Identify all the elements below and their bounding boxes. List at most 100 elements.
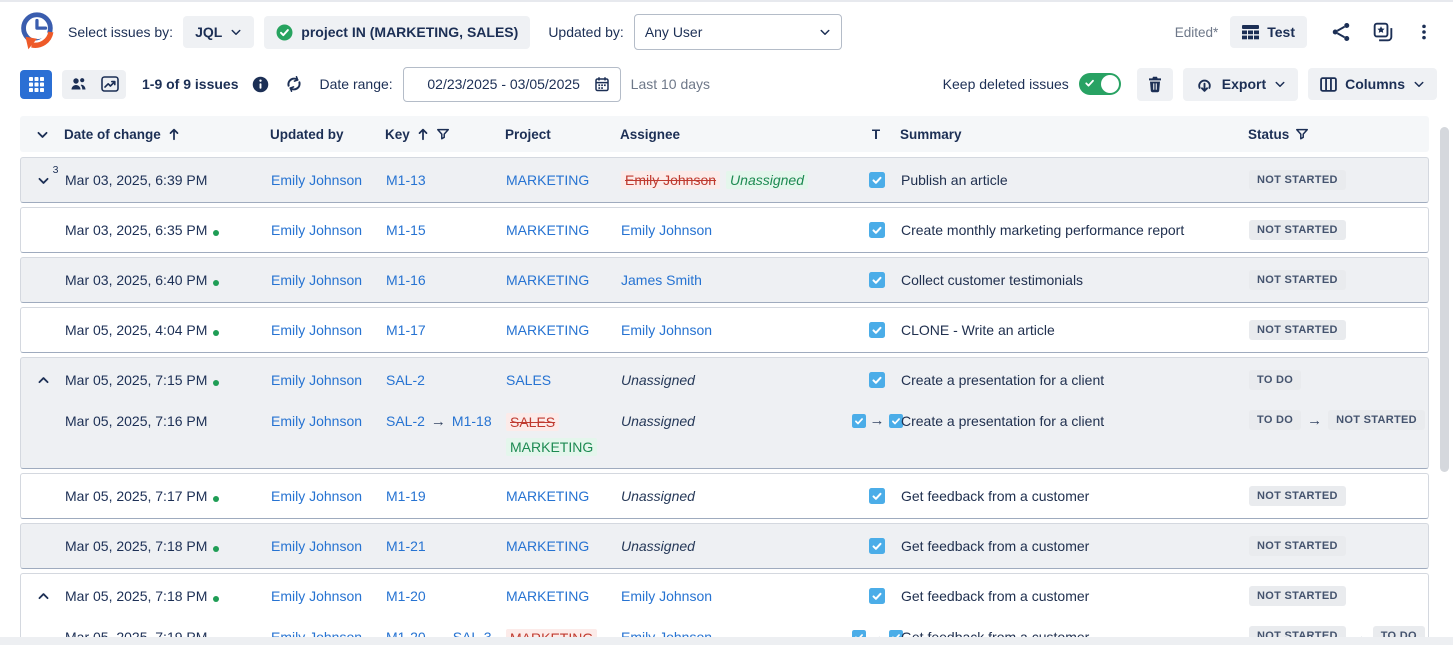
- task-type-icon: [869, 322, 885, 338]
- change-date: Mar 05, 2025, 7:18 PM: [65, 538, 207, 554]
- updated-by-link[interactable]: Emily Johnson: [271, 222, 362, 238]
- table-view-button[interactable]: [20, 70, 52, 99]
- project-link[interactable]: MARKETING: [506, 272, 589, 288]
- change-arrow-icon: →: [870, 413, 885, 428]
- report-table-icon: [1242, 25, 1259, 40]
- assignee-old-value: Emily Johnson: [621, 171, 720, 189]
- activity-view-button[interactable]: [62, 70, 94, 99]
- expand-row-button[interactable]: 3: [33, 170, 54, 191]
- project-link[interactable]: SALES: [506, 372, 551, 388]
- status-badge: TO DO: [1249, 370, 1301, 390]
- share-button[interactable]: [1325, 16, 1357, 48]
- col-project: Project: [505, 127, 551, 142]
- task-type-icon: [869, 222, 885, 238]
- chevron-down-icon: [819, 26, 831, 38]
- users-view-icon: [70, 76, 87, 92]
- issue-key-link[interactable]: M1-20: [386, 588, 426, 604]
- refresh-icon: [285, 75, 303, 93]
- project-link[interactable]: MARKETING: [506, 488, 589, 504]
- jql-mode-button[interactable]: JQL: [183, 16, 254, 48]
- col-updated-by: Updated by: [270, 127, 344, 142]
- project-link[interactable]: MARKETING: [506, 322, 589, 338]
- filter-icon[interactable]: [436, 127, 450, 141]
- saved-reports-button[interactable]: [1367, 16, 1399, 48]
- col-assignee: Assignee: [620, 127, 680, 142]
- toggle-check-icon: [1084, 77, 1096, 89]
- columns-icon: [1320, 77, 1337, 92]
- updated-by-select[interactable]: Any User: [634, 14, 842, 50]
- project-link[interactable]: MARKETING: [506, 222, 589, 238]
- project-link[interactable]: MARKETING: [506, 588, 589, 604]
- assignee-unassigned: Unassigned: [621, 413, 695, 429]
- jql-query-chip[interactable]: project IN (MARKETING, SALES): [264, 16, 530, 49]
- history-table: Date of change Updated by Key Project As…: [0, 106, 1453, 645]
- change-date: Mar 05, 2025, 7:18 PM: [65, 588, 207, 604]
- updated-by-link[interactable]: Emily Johnson: [271, 538, 362, 554]
- keep-deleted-toggle[interactable]: [1079, 73, 1121, 95]
- updated-by-link[interactable]: Emily Johnson: [271, 172, 362, 188]
- delete-report-button[interactable]: [1137, 68, 1173, 101]
- project-link[interactable]: MARKETING: [506, 538, 589, 554]
- report-selector-button[interactable]: Test: [1230, 16, 1307, 48]
- issue-key-link[interactable]: M1-13: [386, 172, 426, 188]
- updated-by-link[interactable]: Emily Johnson: [271, 588, 362, 604]
- collapse-row-button[interactable]: [33, 586, 54, 607]
- assignee-link[interactable]: Emily Johnson: [621, 222, 712, 238]
- table-header-row: Date of change Updated by Key Project As…: [20, 116, 1429, 152]
- valid-check-icon: [276, 24, 293, 41]
- updated-by-value: Any User: [645, 24, 703, 40]
- change-arrow-icon: →: [431, 414, 446, 429]
- status-badge: NOT STARTED: [1249, 486, 1346, 506]
- issue-summary: Get feedback from a customer: [901, 588, 1089, 604]
- issue-key-link[interactable]: M1-21: [386, 538, 426, 554]
- issue-key-old-link[interactable]: SAL-2: [386, 413, 425, 429]
- new-change-dot: [213, 496, 219, 502]
- info-icon: [252, 76, 269, 93]
- task-type-icon: [869, 588, 885, 604]
- sort-asc-icon[interactable]: [167, 127, 181, 141]
- assignee-link[interactable]: Emily Johnson: [621, 322, 712, 338]
- more-menu-button[interactable]: [1409, 17, 1439, 47]
- date-range-value: 02/23/2025 - 03/05/2025: [414, 76, 594, 92]
- issue-summary: Get feedback from a customer: [901, 538, 1089, 554]
- edited-indicator: Edited*: [1175, 25, 1219, 40]
- chart-view-icon: [101, 76, 119, 92]
- share-icon: [1331, 22, 1351, 42]
- columns-button[interactable]: Columns: [1308, 68, 1437, 100]
- change-date: Mar 05, 2025, 7:15 PM: [65, 372, 207, 388]
- chart-view-button[interactable]: [94, 70, 126, 99]
- issue-key-link[interactable]: SAL-2: [386, 372, 425, 388]
- info-button[interactable]: [249, 73, 272, 96]
- select-issues-by-label: Select issues by:: [68, 24, 173, 40]
- change-date: Mar 03, 2025, 6:40 PM: [65, 272, 207, 288]
- expand-all-button[interactable]: [32, 124, 53, 145]
- export-button[interactable]: Export: [1183, 68, 1298, 101]
- refresh-button[interactable]: [282, 72, 306, 96]
- issue-key-link[interactable]: M1-16: [386, 272, 426, 288]
- chevron-down-icon: [1413, 78, 1425, 90]
- date-range-input[interactable]: 02/23/2025 - 03/05/2025: [403, 67, 621, 102]
- horizontal-scrollbar-track[interactable]: [0, 637, 1453, 645]
- vertical-scrollbar[interactable]: [1440, 127, 1449, 472]
- assignee-link[interactable]: James Smith: [621, 272, 702, 288]
- updated-by-link[interactable]: Emily Johnson: [271, 413, 362, 429]
- sort-asc-icon[interactable]: [416, 127, 430, 141]
- change-arrow-icon: →: [1307, 413, 1322, 428]
- assignee-unassigned: Unassigned: [621, 488, 695, 504]
- collapse-row-button[interactable]: [33, 370, 54, 391]
- updated-by-link[interactable]: Emily Johnson: [271, 372, 362, 388]
- filter-icon[interactable]: [1295, 127, 1309, 141]
- export-icon: [1195, 76, 1214, 93]
- issue-key-link[interactable]: M1-15: [386, 222, 426, 238]
- status-old-badge: TO DO: [1249, 410, 1301, 430]
- new-change-dot: [213, 330, 219, 336]
- trash-icon: [1147, 76, 1163, 93]
- updated-by-link[interactable]: Emily Johnson: [271, 322, 362, 338]
- issue-key-link[interactable]: M1-19: [386, 488, 426, 504]
- assignee-link[interactable]: Emily Johnson: [621, 588, 712, 604]
- updated-by-link[interactable]: Emily Johnson: [271, 488, 362, 504]
- project-link[interactable]: MARKETING: [506, 172, 589, 188]
- issue-key-link[interactable]: M1-17: [386, 322, 426, 338]
- issue-key-new-link[interactable]: M1-18: [452, 413, 492, 429]
- updated-by-link[interactable]: Emily Johnson: [271, 272, 362, 288]
